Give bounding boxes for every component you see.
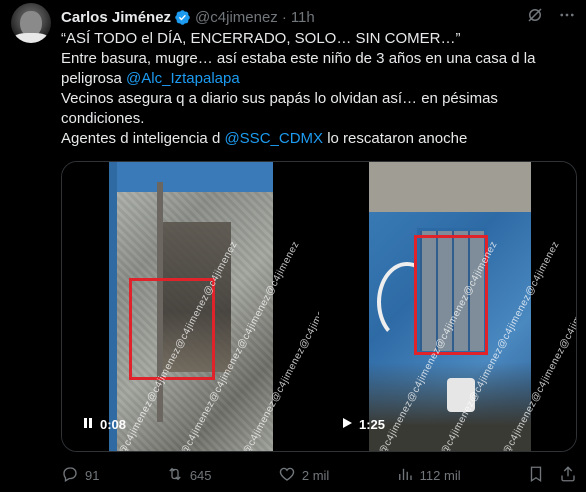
tweet-text-segment: lo rescataron anoche — [323, 130, 468, 147]
tweet-line: condiciones. — [61, 110, 145, 127]
avatar[interactable] — [11, 3, 51, 43]
tweet-line: Entre basura, mugre… así estaba este niñ… — [61, 50, 536, 67]
reply-icon — [61, 465, 79, 486]
view-count: 112 mil — [419, 467, 461, 483]
tweet-text-segment: peligrosa — [61, 70, 127, 87]
more-options-icon[interactable] — [558, 6, 576, 28]
tweet-header: Carlos Jiménez @c4jimenez · 11h — [61, 6, 576, 28]
tweet-line: peligrosa @Alc_Iztapalapa — [61, 69, 576, 89]
views-button[interactable]: 112 mil — [396, 465, 461, 486]
reply-count: 91 — [85, 467, 100, 483]
repost-count: 645 — [189, 467, 212, 483]
highlight-box — [414, 235, 488, 355]
author-handle[interactable]: @c4jimenez — [195, 9, 278, 26]
like-count: 2 mil — [301, 467, 330, 483]
tweet-line: Vecinos asegura q a diario sus papás lo … — [61, 90, 498, 107]
share-icon[interactable] — [559, 465, 577, 486]
video-player-2[interactable]: @c4jimenez@c4jimenez@c4jimenez@c4jimenez… — [319, 162, 576, 451]
bookmark-icon[interactable] — [527, 465, 545, 486]
play-icon[interactable] — [341, 417, 353, 432]
verified-badge-icon — [174, 9, 191, 26]
action-bar: 91 645 2 mil 112 mil — [61, 464, 577, 486]
separator-dot: · — [281, 8, 287, 26]
like-button[interactable]: 2 mil — [278, 465, 329, 486]
grok-icon[interactable] — [526, 6, 544, 28]
repost-icon — [166, 465, 184, 486]
video-frame: @c4jimenez@c4jimenez@c4jimenez@c4jimenez… — [109, 162, 319, 451]
tweet-line: “ASÍ TODO el DÍA, ENCERRADO, SOLO… SIN C… — [61, 30, 461, 47]
reply-button[interactable]: 91 — [61, 465, 99, 486]
video-controls[interactable]: 1:25 — [335, 411, 391, 437]
video-time: 0:08 — [100, 416, 127, 432]
heart-icon — [278, 465, 296, 486]
repost-button[interactable]: 645 — [166, 465, 212, 486]
avatar-shirt — [13, 33, 49, 43]
views-icon — [396, 465, 414, 486]
video-time: 1:25 — [359, 416, 386, 432]
video-controls[interactable]: 0:08 — [76, 411, 132, 437]
action-bar-right — [527, 465, 577, 486]
video-frame: @c4jimenez@c4jimenez@c4jimenez@c4jimenez… — [369, 162, 576, 451]
mention-link[interactable]: @SSC_CDMX — [224, 130, 323, 147]
pause-icon[interactable] — [82, 417, 94, 432]
tweet-line: Agentes d inteligencia d @SSC_CDMX lo re… — [61, 129, 576, 149]
mention-link[interactable]: @Alc_Iztapalapa — [126, 70, 240, 87]
tweet-text-segment: Agentes d inteligencia d — [61, 130, 225, 147]
video-player-1[interactable]: @c4jimenez@c4jimenez@c4jimenez@c4jimenez… — [62, 162, 319, 451]
tweet-body: “ASÍ TODO el DÍA, ENCERRADO, SOLO… SIN C… — [61, 29, 576, 149]
author-name[interactable]: Carlos Jiménez — [61, 9, 171, 26]
post-time[interactable]: 11h — [291, 9, 315, 26]
media-grid: @c4jimenez@c4jimenez@c4jimenez@c4jimenez… — [61, 161, 577, 452]
header-icons — [526, 6, 576, 28]
